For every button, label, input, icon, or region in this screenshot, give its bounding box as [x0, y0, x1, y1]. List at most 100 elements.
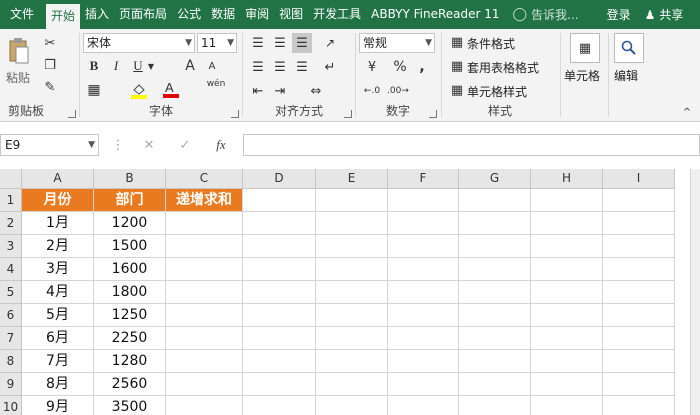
column-header-e[interactable]: E: [316, 169, 388, 189]
cell-e1[interactable]: [316, 189, 388, 212]
alignment-launcher-icon[interactable]: [344, 110, 352, 118]
name-box[interactable]: E9 ▼: [0, 134, 99, 156]
decrease-font-button[interactable]: A: [203, 57, 221, 75]
cell-d7[interactable]: [243, 327, 316, 350]
cell-i5[interactable]: [603, 281, 675, 304]
number-launcher-icon[interactable]: [429, 110, 437, 118]
cell-d5[interactable]: [243, 281, 316, 304]
column-header-b[interactable]: B: [94, 169, 166, 189]
row-header-1[interactable]: 1: [0, 189, 22, 212]
cells-icon[interactable]: ▦: [570, 33, 600, 63]
fill-color-icon[interactable]: [129, 81, 149, 99]
cell-c9[interactable]: [166, 373, 243, 396]
merge-center-icon[interactable]: ⇔: [304, 81, 328, 101]
cell-b6[interactable]: 1250: [94, 304, 166, 327]
column-header-a[interactable]: A: [22, 169, 94, 189]
cell-i2[interactable]: [603, 212, 675, 235]
cell-f4[interactable]: [388, 258, 459, 281]
row-header-6[interactable]: 6: [0, 304, 22, 327]
font-color-icon[interactable]: A: [161, 79, 181, 99]
increase-decimal-icon[interactable]: ←.0: [361, 81, 383, 101]
cell-e9[interactable]: [316, 373, 388, 396]
font-name-select[interactable]: 宋体 ▼: [83, 33, 195, 53]
cell-g5[interactable]: [459, 281, 531, 304]
tab-abbyy[interactable]: ABBYY FineReader 11: [366, 0, 504, 29]
format-painter-icon[interactable]: ✎: [40, 77, 60, 97]
insert-function-icon[interactable]: fx: [210, 136, 232, 154]
cell-d9[interactable]: [243, 373, 316, 396]
tab-insert[interactable]: 插入: [80, 0, 114, 29]
align-bottom-icon[interactable]: ☰: [292, 33, 312, 53]
cells-label[interactable]: 单元格: [564, 67, 600, 84]
cell-i8[interactable]: [603, 350, 675, 373]
share-button[interactable]: ♟ 共享: [645, 6, 684, 23]
percent-button[interactable]: %: [391, 57, 409, 77]
cell-b3[interactable]: 1500: [94, 235, 166, 258]
cell-i6[interactable]: [603, 304, 675, 327]
row-header-3[interactable]: 3: [0, 235, 22, 258]
cell-g1[interactable]: [459, 189, 531, 212]
cell-g10[interactable]: [459, 396, 531, 415]
cell-h1[interactable]: [531, 189, 603, 212]
cancel-icon[interactable]: ✕: [140, 136, 158, 154]
cell-b8[interactable]: 1280: [94, 350, 166, 373]
cell-i3[interactable]: [603, 235, 675, 258]
align-top-icon[interactable]: ☰: [248, 33, 268, 53]
cut-icon[interactable]: ✂: [40, 33, 60, 53]
column-header-i[interactable]: I: [603, 169, 675, 189]
number-format-select[interactable]: 常规 ▼: [359, 33, 435, 53]
clipboard-launcher-icon[interactable]: [68, 110, 76, 118]
font-launcher-icon[interactable]: [231, 110, 239, 118]
cell-g2[interactable]: [459, 212, 531, 235]
cell-e5[interactable]: [316, 281, 388, 304]
cell-e10[interactable]: [316, 396, 388, 415]
cell-d8[interactable]: [243, 350, 316, 373]
cell-g4[interactable]: [459, 258, 531, 281]
row-header-9[interactable]: 9: [0, 373, 22, 396]
currency-icon[interactable]: ¥: [361, 57, 383, 77]
collapse-ribbon-icon[interactable]: ^: [680, 105, 694, 119]
cell-f2[interactable]: [388, 212, 459, 235]
search-icon[interactable]: [614, 33, 644, 63]
cell-a3[interactable]: 2月: [22, 235, 94, 258]
cell-c5[interactable]: [166, 281, 243, 304]
cell-b10[interactable]: 3500: [94, 396, 166, 415]
chevron-down-icon[interactable]: ▼: [147, 59, 155, 73]
tab-formulas[interactable]: 公式: [172, 0, 206, 29]
cell-b5[interactable]: 1800: [94, 281, 166, 304]
italic-button[interactable]: I: [107, 57, 125, 75]
cell-a9[interactable]: 8月: [22, 373, 94, 396]
cell-g9[interactable]: [459, 373, 531, 396]
column-header-c[interactable]: C: [166, 169, 243, 189]
row-header-2[interactable]: 2: [0, 212, 22, 235]
underline-button[interactable]: U: [129, 57, 147, 75]
cell-e4[interactable]: [316, 258, 388, 281]
column-header-g[interactable]: G: [459, 169, 531, 189]
select-all-corner[interactable]: [0, 169, 22, 189]
cell-h2[interactable]: [531, 212, 603, 235]
tab-view[interactable]: 视图: [274, 0, 308, 29]
cell-e8[interactable]: [316, 350, 388, 373]
cell-e7[interactable]: [316, 327, 388, 350]
cell-d1[interactable]: [243, 189, 316, 212]
decrease-decimal-icon[interactable]: .00→: [387, 81, 409, 101]
paste-icon[interactable]: [6, 35, 32, 67]
cell-b9[interactable]: 2560: [94, 373, 166, 396]
phonetic-icon[interactable]: wén: [203, 77, 229, 91]
comma-button[interactable]: ,: [413, 57, 431, 77]
cell-h6[interactable]: [531, 304, 603, 327]
cell-f5[interactable]: [388, 281, 459, 304]
copy-icon[interactable]: ❐: [40, 55, 60, 75]
cell-e6[interactable]: [316, 304, 388, 327]
formula-input[interactable]: [243, 134, 700, 156]
cell-h3[interactable]: [531, 235, 603, 258]
cell-i10[interactable]: [603, 396, 675, 415]
cell-g8[interactable]: [459, 350, 531, 373]
cell-a1[interactable]: 月份: [22, 189, 94, 212]
cell-f8[interactable]: [388, 350, 459, 373]
align-middle-icon[interactable]: ☰: [270, 33, 290, 53]
cell-g6[interactable]: [459, 304, 531, 327]
cell-c8[interactable]: [166, 350, 243, 373]
align-center-icon[interactable]: ☰: [270, 57, 290, 77]
align-right-icon[interactable]: ☰: [292, 57, 312, 77]
